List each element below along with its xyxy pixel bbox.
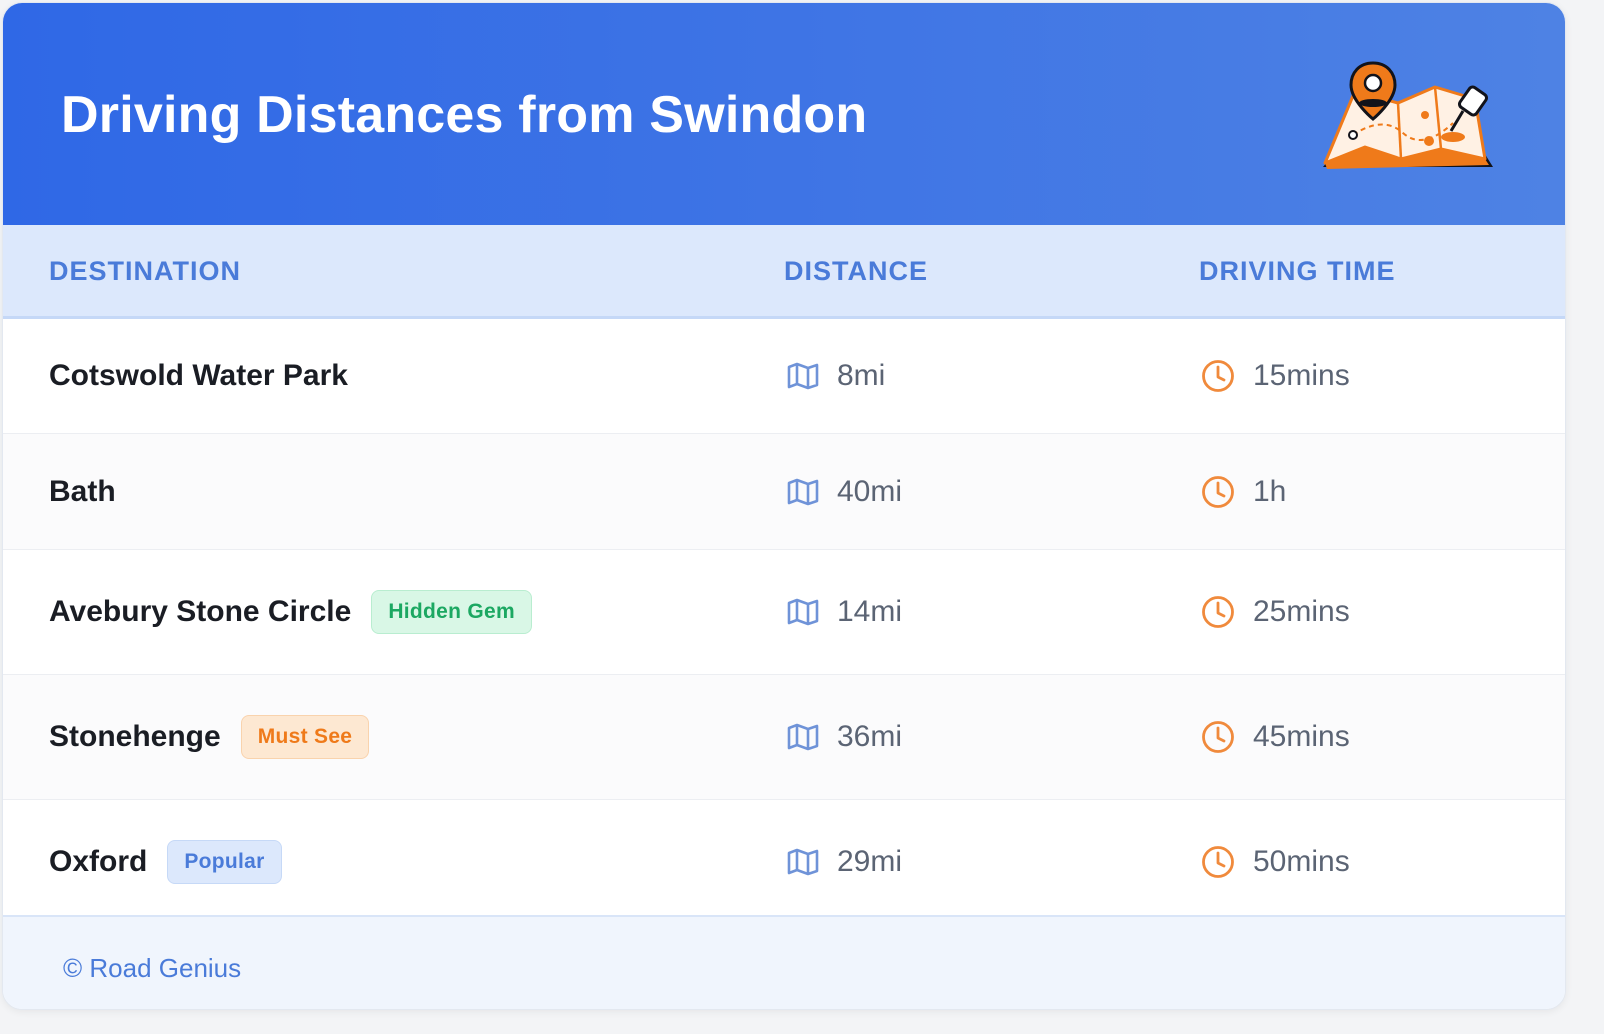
column-header-driving-time: DRIVING TIME [1199,256,1396,286]
driving-time-value: 15mins [1253,359,1350,392]
driving-time-cell: 1h [1201,472,1286,512]
destination-name: Cotswold Water Park [49,359,348,392]
distance-value: 8mi [837,359,886,392]
destination-cell: Stonehenge Must See [49,715,370,759]
table-row: Avebury Stone Circle Hidden Gem 14mi 25mins [3,550,1565,675]
table-row: Oxford Popular 29mi 50mins [3,800,1565,924]
driving-time-cell: 15mins [1201,356,1350,396]
column-header-distance: DISTANCE [784,256,929,286]
card-footer: © Road Genius [3,915,1565,1009]
clock-icon [1201,359,1235,393]
destination-name: Stonehenge [49,720,221,753]
distance-value: 29mi [837,844,903,878]
distance-cell: 36mi [787,717,902,757]
status-badge: Popular [167,839,282,884]
clock-icon [1201,475,1235,509]
distance-value: 36mi [837,720,903,753]
clock-icon [1201,720,1235,754]
distance-cell: 14mi [787,592,902,632]
copyright-text: © Road Genius [63,953,242,983]
distance-cell: 8mi [787,356,885,396]
destination-cell: Bath [49,470,116,514]
table-body: Cotswold Water Park 8mi 15mins Bath 40mi 1h Av… [3,319,1565,924]
distance-cell: 29mi [787,842,902,882]
table-row: Stonehenge Must See 36mi 45mins [3,675,1565,800]
driving-time-value: 25mins [1253,595,1350,628]
driving-time-value: 45mins [1253,720,1350,753]
destination-name: Oxford [49,844,148,878]
destination-name: Bath [49,474,116,508]
map-icon [787,848,819,876]
table-row: Cotswold Water Park 8mi 15mins [3,319,1565,434]
page-title: Driving Distances from Swindon [61,86,868,144]
driving-time-cell: 50mins [1201,842,1350,882]
card-header: Driving Distances from Swindon [3,3,1565,225]
map-icon [787,598,819,626]
driving-time-value: 1h [1253,474,1287,508]
status-badge: Hidden Gem [371,590,533,634]
destination-cell: Oxford Popular [49,839,282,884]
driving-time-value: 50mins [1253,844,1350,878]
clock-icon [1201,595,1235,629]
map-icon [787,723,819,751]
map-with-location-pin-icon [1323,61,1493,169]
table-header: DESTINATION DISTANCE DRIVING TIME [3,225,1565,319]
table-row: Bath 40mi 1h [3,434,1565,550]
distance-value: 40mi [837,474,903,508]
driving-time-cell: 25mins [1201,592,1350,632]
distance-value: 14mi [837,595,903,628]
distance-card: Driving Distances from Swindon DESTINATI… [2,2,1566,1010]
destination-cell: Avebury Stone Circle Hidden Gem [49,590,533,634]
status-badge: Must See [240,715,370,759]
clock-icon [1201,845,1235,879]
driving-time-cell: 45mins [1201,717,1350,757]
destination-cell: Cotswold Water Park [49,354,348,398]
distance-cell: 40mi [787,472,902,512]
column-header-destination: DESTINATION [49,256,241,286]
destination-name: Avebury Stone Circle [49,595,352,628]
map-icon [787,478,819,506]
map-icon [787,362,819,390]
